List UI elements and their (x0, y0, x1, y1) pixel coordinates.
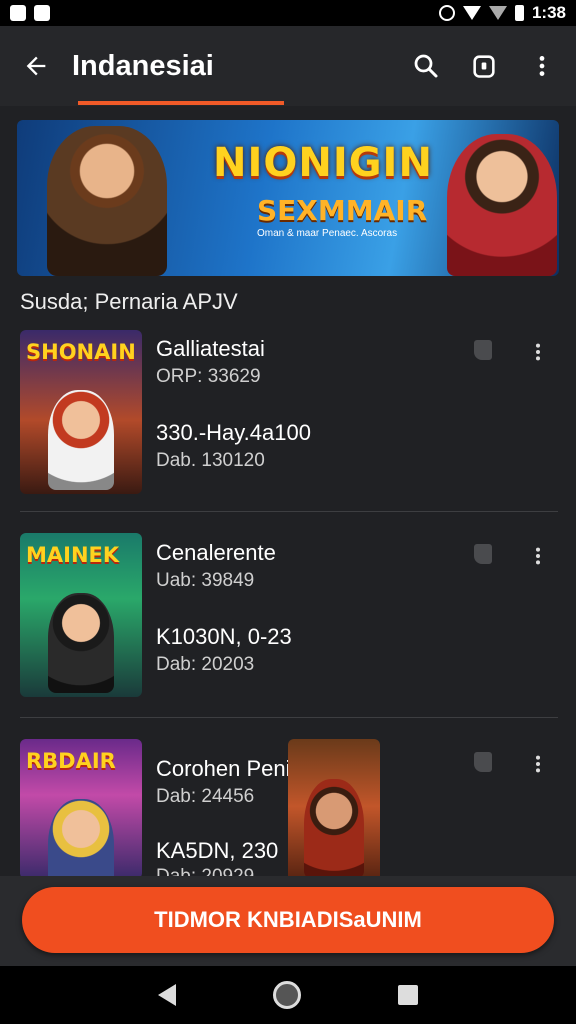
download-icon (34, 5, 50, 21)
thumbnail-title: MAINEK (26, 543, 120, 567)
banner-title: NIONIGIN (213, 140, 433, 186)
app-bar-actions (410, 46, 576, 86)
system-nav-bar (0, 966, 576, 1024)
overlay-character (304, 779, 364, 879)
item-line-2: 330.-Hay.4a100 (156, 420, 311, 445)
item-line-3: Dab: 20203 (156, 654, 255, 675)
item-line-3: Dab: 20929 (156, 866, 254, 876)
more-vert-icon (535, 343, 541, 361)
overlay-character-card (288, 739, 380, 889)
nav-home-icon[interactable] (272, 981, 301, 1009)
section-title: Susda; Pernaria APJV (20, 289, 238, 314)
nav-back-icon[interactable] (158, 984, 177, 1006)
arrow-back-icon (26, 56, 46, 76)
bookmark-icon[interactable] (474, 340, 492, 360)
banner-subtitle: SEXMMAIR (257, 194, 428, 227)
tab-indicator (78, 101, 284, 105)
item-line-1: ORP: 33629 (156, 366, 261, 387)
more-vert-icon (535, 547, 541, 565)
status-icons-right: 1:38 (438, 3, 566, 23)
search-icon (414, 54, 438, 78)
thumbnail-character (48, 593, 114, 693)
more-options-button[interactable] (526, 46, 558, 86)
battery-icon (514, 5, 524, 21)
item-line-1: Dab: 24456 (156, 786, 255, 807)
more-vert-icon (539, 56, 545, 76)
banner-small-text: Oman & maar Penaec. Ascoras (257, 228, 398, 239)
alarm-icon (438, 5, 455, 21)
item-name: Cenalerente (156, 540, 276, 565)
app-bar: Indanesiai (0, 26, 576, 106)
search-button[interactable] (410, 46, 442, 86)
notification-icon (10, 5, 26, 21)
item-line-1: Uab: 39849 (156, 570, 255, 591)
item-line-2: KA5DN, 230 (156, 838, 279, 863)
banner-hero-right-image (447, 134, 557, 276)
wifi-icon (462, 6, 481, 20)
item-line-2: K1030N, 0-23 (156, 624, 292, 649)
thumbnail-title: RBDAIR (26, 749, 116, 773)
divider (20, 717, 558, 718)
banner-hero-left-image (47, 126, 167, 276)
item-thumbnail: RBDAIR (20, 739, 142, 879)
back-button[interactable] (0, 26, 72, 106)
status-time: 1:38 (531, 3, 566, 22)
divider (20, 511, 558, 512)
thumbnail-character (48, 799, 114, 879)
item-name: Galliatestai (156, 336, 265, 361)
item-thumbnail: SHONAIN (20, 330, 142, 494)
status-icons-left (10, 5, 50, 21)
primary-action-button[interactable]: TIDMOR KNBIADISaUNIM (22, 887, 554, 953)
item-thumbnail: MAINEK (20, 533, 142, 697)
bookmark-icon[interactable] (474, 752, 492, 772)
page-title: Indanesiai (72, 49, 214, 82)
bag-button[interactable] (468, 46, 500, 86)
thumbnail-title: SHONAIN (26, 340, 136, 364)
thumbnail-character (48, 390, 114, 490)
item-more-button[interactable] (526, 538, 550, 574)
more-vert-icon (535, 755, 541, 773)
signal-icon (488, 6, 507, 20)
shopping-bag-icon (473, 55, 495, 78)
nav-recents-icon[interactable] (397, 985, 418, 1005)
promo-banner[interactable]: NIONIGIN SEXMMAIR Oman & maar Penaec. As… (17, 120, 559, 276)
item-more-button[interactable] (526, 746, 550, 782)
status-bar: 1:38 (0, 0, 576, 26)
item-line-3: Dab. 130120 (156, 450, 265, 471)
bookmark-icon[interactable] (474, 544, 492, 564)
item-more-button[interactable] (526, 334, 550, 370)
